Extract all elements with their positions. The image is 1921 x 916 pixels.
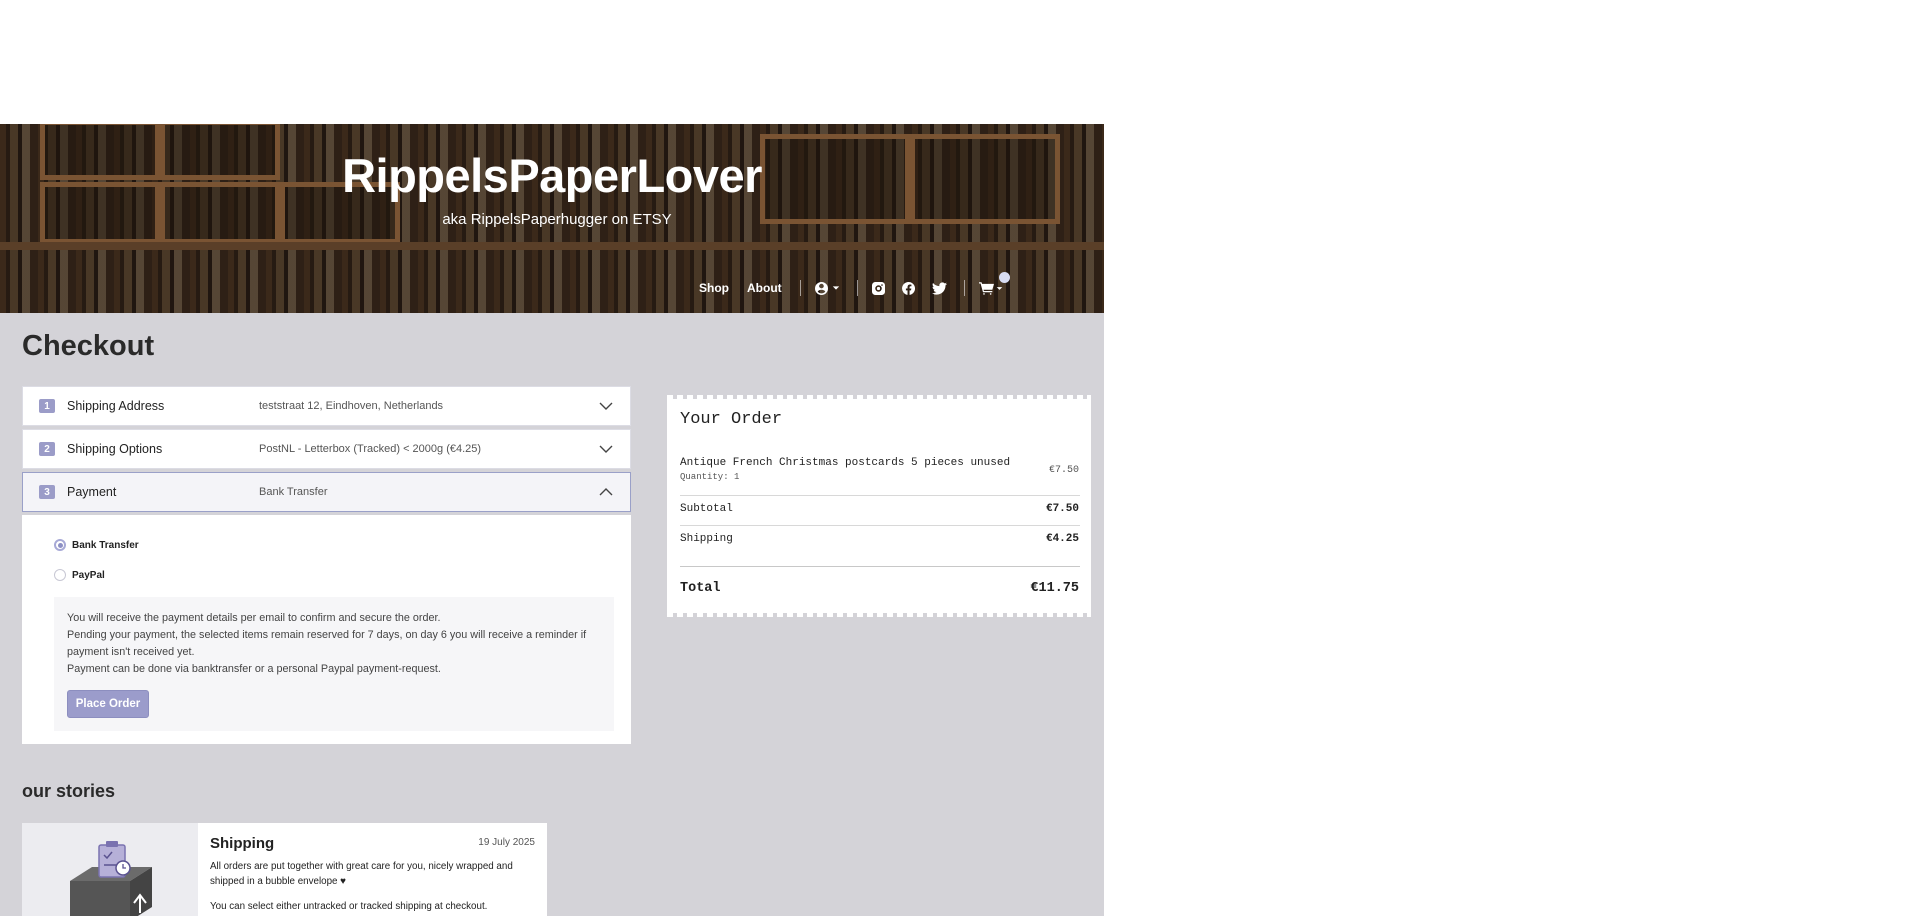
step-shipping-options[interactable]: 2 Shipping Options PostNL - Letterbox (T… — [22, 429, 631, 469]
nav-about-link[interactable]: About — [747, 281, 782, 295]
divider — [680, 525, 1080, 526]
chevron-down-icon[interactable] — [599, 445, 613, 453]
nav-divider — [963, 280, 965, 296]
nav-divider — [799, 280, 801, 296]
step-number: 3 — [39, 485, 55, 499]
nav-shop-link[interactable]: Shop — [699, 281, 729, 295]
shipping-value: €4.25 — [1045, 533, 1079, 545]
cart-badge — [999, 272, 1010, 283]
chevron-up-icon[interactable] — [599, 488, 613, 496]
total-label: Total — [680, 581, 721, 596]
radio-bank-transfer[interactable] — [54, 539, 66, 551]
step-payment[interactable]: 3 Payment Bank Transfer — [22, 472, 631, 512]
story-image — [22, 823, 198, 916]
radio-label: PayPal — [72, 569, 105, 581]
subtotal-label: Subtotal — [680, 503, 733, 515]
browser-viewport: RippelsPaperLover aka RippelsPaperhugger… — [0, 0, 1921, 916]
account-menu-button[interactable] — [814, 281, 840, 295]
shelf-decoration — [0, 242, 1104, 250]
chevron-down-icon — [832, 286, 839, 290]
step-label: Payment — [67, 485, 117, 499]
payment-info-box: You will receive the payment details per… — [54, 597, 614, 731]
payment-option-paypal[interactable]: PayPal — [54, 569, 105, 581]
twitter-icon — [931, 281, 947, 295]
payment-panel: Bank Transfer PayPal You will receive th… — [22, 515, 631, 744]
twitter-link[interactable] — [931, 281, 947, 295]
story-date: 19 July 2025 — [478, 837, 535, 848]
payment-info-line: You will receive the payment details per… — [67, 612, 441, 624]
cart-icon — [978, 281, 994, 295]
facebook-icon — [901, 281, 915, 295]
order-title: Your Order — [680, 410, 783, 429]
story-text: All orders are put together with great c… — [210, 861, 513, 887]
order-item-price: €7.50 — [1048, 465, 1079, 476]
place-order-button[interactable]: Place Order — [67, 690, 149, 718]
step-value: teststraat 12, Eindhoven, Netherlands — [259, 400, 444, 412]
step-label: Shipping Address — [67, 399, 165, 413]
cart-menu-button[interactable] — [978, 281, 1003, 295]
site-title[interactable]: RippelsPaperLover — [0, 148, 1104, 203]
step-number: 1 — [39, 399, 55, 413]
user-circle-icon — [814, 281, 828, 295]
payment-info-line: Payment can be done via banktransfer or … — [67, 663, 441, 675]
subtotal-value: €7.50 — [1045, 503, 1079, 515]
page-title: Checkout — [22, 330, 155, 362]
facebook-link[interactable] — [901, 281, 915, 295]
main-nav: Shop About — [699, 276, 1020, 300]
step-shipping-address[interactable]: 1 Shipping Address teststraat 12, Eindho… — [22, 386, 631, 426]
story-title[interactable]: Shipping — [210, 835, 274, 852]
payment-option-bank-transfer[interactable]: Bank Transfer — [54, 539, 139, 551]
site-subtitle: aka RippelsPaperhugger on ETSY — [442, 211, 672, 228]
instagram-link[interactable] — [871, 281, 885, 295]
payment-info-line: Pending your payment, the selected items… — [67, 629, 587, 658]
shipping-box-icon — [70, 841, 152, 916]
site-page: RippelsPaperLover aka RippelsPaperhugger… — [0, 124, 1104, 916]
story-text: You can select either untracked or track… — [210, 901, 488, 912]
hero-banner: RippelsPaperLover aka RippelsPaperhugger… — [0, 124, 1104, 313]
step-value: Bank Transfer — [259, 486, 328, 498]
order-item-quantity: Quantity: 1 — [680, 472, 740, 482]
order-summary-card: Your Order Antique French Christmas post… — [667, 395, 1091, 617]
divider — [680, 495, 1080, 496]
instagram-icon — [871, 281, 885, 295]
order-item-name: Antique French Christmas postcards 5 pie… — [680, 457, 1011, 469]
shipping-label: Shipping — [680, 533, 733, 545]
total-value: €11.75 — [1030, 581, 1079, 596]
radio-label: Bank Transfer — [72, 539, 139, 551]
step-label: Shipping Options — [67, 442, 163, 456]
step-value: PostNL - Letterbox (Tracked) < 2000g (€4… — [259, 443, 482, 455]
radio-paypal[interactable] — [54, 569, 66, 581]
step-number: 2 — [39, 442, 55, 456]
divider — [680, 566, 1080, 567]
chevron-down-icon[interactable] — [599, 402, 613, 410]
nav-divider — [856, 280, 858, 296]
chevron-down-icon — [996, 286, 1002, 290]
story-card[interactable]: Shipping 19 July 2025 All orders are put… — [22, 823, 547, 916]
stories-heading: our stories — [22, 781, 116, 801]
